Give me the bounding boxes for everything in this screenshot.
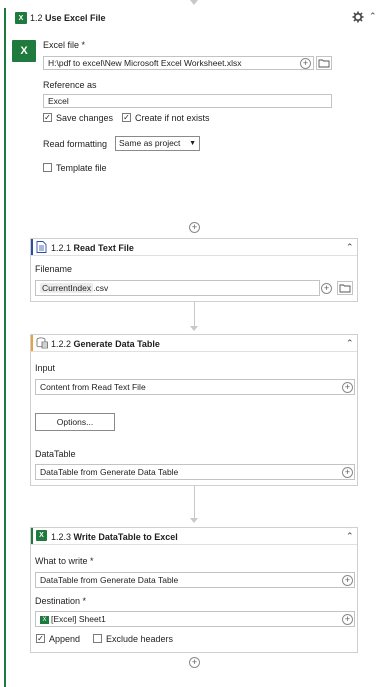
- connector-arrow: [190, 518, 198, 523]
- datatable-add-icon[interactable]: +: [342, 467, 353, 478]
- generate-data-table-chevron-up-icon[interactable]: ⌃: [346, 338, 354, 349]
- read-text-file-title: 1.2.1 Read Text File: [51, 243, 134, 253]
- what-to-write-field[interactable]: DataTable from Generate Data Table: [35, 572, 355, 588]
- input-value: Content from Read Text File: [40, 382, 146, 392]
- excel-file-value: H:\pdf to excel\New Microsoft Excel Work…: [48, 58, 242, 68]
- input-label: Input: [35, 363, 56, 373]
- exclude-headers-label: Exclude headers: [106, 634, 174, 644]
- data-table-icon: [36, 337, 48, 349]
- generate-data-table-step: 1.2.2: [51, 339, 72, 349]
- read-formatting-label: Read formatting: [43, 139, 108, 149]
- scope-bar: [4, 8, 6, 687]
- connector-line: [194, 302, 195, 326]
- reference-field[interactable]: Excel: [43, 94, 332, 108]
- read-text-file-accent: [31, 239, 33, 255]
- text-file-icon: [36, 241, 47, 253]
- destination-value: [Excel] Sheet1: [51, 614, 106, 624]
- excel-file-add-icon[interactable]: +: [300, 58, 311, 69]
- read-text-file-header[interactable]: 1.2.1 Read Text File ⌃: [31, 239, 357, 256]
- exclude-headers-checkbox[interactable]: [93, 634, 102, 643]
- excel-file-browse-button[interactable]: [316, 56, 332, 70]
- generate-data-table-title-text: Generate Data Table: [73, 339, 160, 349]
- reference-value: Excel: [48, 96, 69, 106]
- top-connector-arrow: [190, 0, 198, 5]
- filename-variable-chip: CurrentIndex: [40, 283, 94, 293]
- append-checkbox[interactable]: ✓: [36, 634, 45, 643]
- activity-title: 1.2 Use Excel File: [30, 13, 106, 23]
- destination-field[interactable]: X [Excel] Sheet1: [35, 611, 355, 627]
- generate-data-table-card: 1.2.2 Generate Data Table ⌃ Input Conten…: [30, 334, 358, 486]
- gear-icon[interactable]: [352, 11, 364, 23]
- excel-file-field[interactable]: H:\pdf to excel\New Microsoft Excel Work…: [43, 56, 314, 70]
- dropdown-arrow-icon: ▼: [189, 140, 196, 147]
- destination-label: Destination *: [35, 596, 87, 606]
- write-datatable-chevron-up-icon[interactable]: ⌃: [346, 531, 354, 542]
- input-add-icon[interactable]: +: [342, 382, 353, 393]
- write-datatable-accent: [31, 528, 33, 544]
- excel-file-label: Excel file *: [43, 40, 86, 50]
- read-formatting-value: Same as project: [119, 138, 181, 148]
- save-changes-label: Save changes: [56, 113, 114, 123]
- what-to-write-add-icon[interactable]: +: [342, 575, 353, 586]
- add-activity-icon[interactable]: +: [189, 222, 200, 233]
- read-formatting-select[interactable]: Same as project ▼: [115, 136, 200, 151]
- write-datatable-title-text: Write DataTable to Excel: [73, 532, 178, 542]
- activity-step: 1.2: [30, 13, 43, 23]
- read-text-file-step: 1.2.1: [51, 243, 72, 253]
- add-activity-icon[interactable]: +: [189, 657, 200, 668]
- save-changes-checkbox[interactable]: ✓: [43, 113, 52, 122]
- read-text-file-chevron-up-icon[interactable]: ⌃: [346, 242, 354, 253]
- reference-label: Reference as: [43, 80, 97, 90]
- folder-icon: [318, 59, 330, 68]
- append-label: Append: [49, 634, 81, 644]
- what-to-write-label: What to write *: [35, 556, 94, 566]
- template-file-label: Template file: [56, 163, 107, 173]
- generate-data-table-header[interactable]: 1.2.2 Generate Data Table ⌃: [31, 335, 357, 352]
- folder-icon: [339, 284, 351, 293]
- filename-add-icon[interactable]: +: [321, 283, 332, 294]
- read-text-file-card: 1.2.1 Read Text File ⌃ Filename CurrentI…: [30, 238, 358, 302]
- filename-browse-button[interactable]: [337, 281, 353, 295]
- activity-title-text: Use Excel File: [45, 13, 106, 23]
- create-if-not-exists-checkbox[interactable]: ✓: [122, 113, 131, 122]
- options-button[interactable]: Options...: [35, 413, 115, 431]
- collapse-chevron-up-icon[interactable]: ⌃: [369, 11, 377, 22]
- connector-arrow: [190, 326, 198, 331]
- write-datatable-title: 1.2.3 Write DataTable to Excel: [51, 532, 178, 542]
- excel-icon: X: [36, 530, 47, 541]
- generate-data-table-accent: [31, 335, 33, 351]
- input-field[interactable]: Content from Read Text File: [35, 379, 355, 395]
- datatable-field[interactable]: DataTable from Generate Data Table: [35, 464, 355, 480]
- read-text-file-title-text: Read Text File: [73, 243, 134, 253]
- template-file-checkbox[interactable]: [43, 163, 52, 172]
- create-if-not-exists-label: Create if not exists: [135, 113, 210, 123]
- datatable-value: DataTable from Generate Data Table: [40, 467, 179, 477]
- filename-label: Filename: [35, 264, 73, 274]
- filename-field[interactable]: CurrentIndex .csv: [35, 280, 320, 296]
- generate-data-table-title: 1.2.2 Generate Data Table: [51, 339, 160, 349]
- connector-line: [194, 486, 195, 518]
- excel-large-icon: X: [12, 40, 36, 62]
- what-to-write-value: DataTable from Generate Data Table: [40, 575, 179, 585]
- excel-icon: X: [15, 12, 27, 24]
- write-datatable-header[interactable]: X 1.2.3 Write DataTable to Excel ⌃: [31, 528, 357, 545]
- write-datatable-step: 1.2.3: [51, 532, 72, 542]
- destination-add-icon[interactable]: +: [342, 614, 353, 625]
- datatable-label: DataTable: [35, 449, 76, 459]
- write-datatable-card: X 1.2.3 Write DataTable to Excel ⌃ What …: [30, 527, 358, 653]
- filename-suffix: .csv: [93, 283, 109, 293]
- sheet-icon: X: [40, 615, 49, 624]
